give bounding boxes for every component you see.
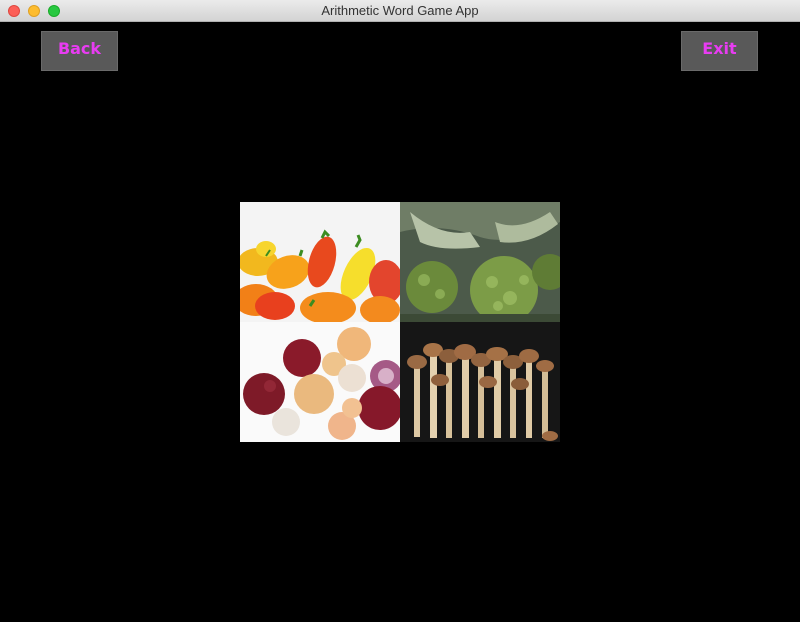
- exit-button[interactable]: Exit: [681, 31, 758, 71]
- window-title: Arithmetic Word Game App: [321, 3, 479, 18]
- mushrooms-picture: [400, 322, 560, 442]
- onions-picture: [240, 322, 400, 442]
- peppers-image[interactable]: [240, 202, 400, 322]
- onions-image[interactable]: [240, 322, 400, 442]
- vegetable-image-grid: [240, 202, 560, 442]
- mushrooms-image[interactable]: [400, 322, 560, 442]
- broccoli-image[interactable]: [400, 202, 560, 322]
- broccoli-picture: [400, 202, 560, 322]
- title-bar: Arithmetic Word Game App: [0, 0, 800, 22]
- peppers-picture: [240, 202, 400, 322]
- app-window: Arithmetic Word Game App Back Exit: [0, 0, 800, 622]
- back-button[interactable]: Back: [41, 31, 118, 71]
